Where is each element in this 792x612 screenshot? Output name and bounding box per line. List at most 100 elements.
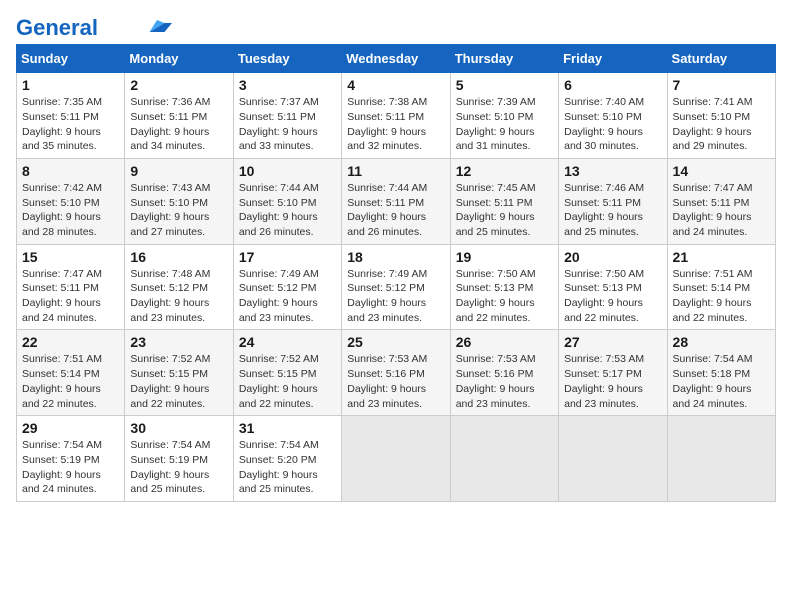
day-number: 1: [22, 77, 119, 93]
calendar-empty-cell: [667, 416, 775, 502]
day-info: Sunrise: 7:53 AMSunset: 5:16 PMDaylight:…: [347, 352, 444, 411]
calendar-day-cell: 2Sunrise: 7:36 AMSunset: 5:11 PMDaylight…: [125, 73, 233, 159]
day-number: 7: [673, 77, 770, 93]
weekday-header: Sunday: [17, 45, 125, 73]
calendar-day-cell: 10 Sunrise: 7:44 AMSunset: 5:10 PMDayligh…: [233, 158, 341, 244]
calendar-day-cell: 27 Sunrise: 7:53 AMSunset: 5:17 PMDayligh…: [559, 330, 667, 416]
day-number: 4: [347, 77, 444, 93]
day-number: 8: [22, 163, 119, 179]
weekday-header: Thursday: [450, 45, 558, 73]
day-number: 28: [673, 334, 770, 350]
calendar-empty-cell: [342, 416, 450, 502]
day-info: Sunrise: 7:46 AMSunset: 5:11 PMDaylight:…: [564, 181, 661, 240]
calendar-week-row: 1 Sunrise: 7:35 AMSunset: 5:11 PMDaylight…: [17, 73, 776, 159]
day-number: 14: [673, 163, 770, 179]
day-number: 23: [130, 334, 227, 350]
logo-icon: [142, 17, 172, 35]
day-info: Sunrise: 7:52 AMSunset: 5:15 PMDaylight:…: [130, 352, 227, 411]
day-number: 20: [564, 249, 661, 265]
weekday-header: Saturday: [667, 45, 775, 73]
calendar-day-cell: 24 Sunrise: 7:52 AMSunset: 5:15 PMDayligh…: [233, 330, 341, 416]
calendar-day-cell: 9 Sunrise: 7:43 AMSunset: 5:10 PMDaylight…: [125, 158, 233, 244]
calendar-day-cell: 3Sunrise: 7:37 AMSunset: 5:11 PMDaylight…: [233, 73, 341, 159]
calendar-day-cell: 22 Sunrise: 7:51 AMSunset: 5:14 PMDayligh…: [17, 330, 125, 416]
calendar-table: SundayMondayTuesdayWednesdayThursdayFrid…: [16, 44, 776, 502]
day-info: Sunrise: 7:44 AMSunset: 5:10 PMDaylight:…: [239, 181, 336, 240]
day-info: Sunrise: 7:54 AMSunset: 5:19 PMDaylight:…: [130, 438, 227, 497]
calendar-day-cell: 25 Sunrise: 7:53 AMSunset: 5:16 PMDayligh…: [342, 330, 450, 416]
calendar-day-cell: 14Sunrise: 7:47 AMSunset: 5:11 PMDayligh…: [667, 158, 775, 244]
calendar-week-row: 22 Sunrise: 7:51 AMSunset: 5:14 PMDayligh…: [17, 330, 776, 416]
calendar-empty-cell: [450, 416, 558, 502]
calendar-day-cell: 30 Sunrise: 7:54 AMSunset: 5:19 PMDayligh…: [125, 416, 233, 502]
calendar-header-row: SundayMondayTuesdayWednesdayThursdayFrid…: [17, 45, 776, 73]
day-info: Sunrise: 7:51 AMSunset: 5:14 PMDaylight:…: [22, 352, 119, 411]
day-info: Sunrise: 7:35 AMSunset: 5:11 PMDaylight:…: [22, 95, 119, 154]
calendar-empty-cell: [559, 416, 667, 502]
calendar-day-cell: 23 Sunrise: 7:52 AMSunset: 5:15 PMDayligh…: [125, 330, 233, 416]
day-number: 6: [564, 77, 661, 93]
day-info: Sunrise: 7:51 AMSunset: 5:14 PMDaylight:…: [673, 267, 770, 326]
logo: General: [16, 16, 172, 34]
day-info: Sunrise: 7:52 AMSunset: 5:15 PMDaylight:…: [239, 352, 336, 411]
day-info: Sunrise: 7:50 AMSunset: 5:13 PMDaylight:…: [456, 267, 553, 326]
weekday-header: Wednesday: [342, 45, 450, 73]
calendar-day-cell: 13 Sunrise: 7:46 AMSunset: 5:11 PMDayligh…: [559, 158, 667, 244]
day-info: Sunrise: 7:53 AMSunset: 5:17 PMDaylight:…: [564, 352, 661, 411]
day-info: Sunrise: 7:49 AMSunset: 5:12 PMDaylight:…: [347, 267, 444, 326]
day-number: 24: [239, 334, 336, 350]
day-info: Sunrise: 7:41 AMSunset: 5:10 PMDaylight:…: [673, 95, 770, 154]
day-number: 10: [239, 163, 336, 179]
calendar-day-cell: 12 Sunrise: 7:45 AMSunset: 5:11 PMDayligh…: [450, 158, 558, 244]
day-number: 18: [347, 249, 444, 265]
day-number: 12: [456, 163, 553, 179]
calendar-day-cell: 6 Sunrise: 7:40 AMSunset: 5:10 PMDaylight…: [559, 73, 667, 159]
day-number: 29: [22, 420, 119, 436]
calendar-day-cell: 15 Sunrise: 7:47 AMSunset: 5:11 PMDayligh…: [17, 244, 125, 330]
day-number: 15: [22, 249, 119, 265]
day-info: Sunrise: 7:36 AMSunset: 5:11 PMDaylight:…: [130, 95, 227, 154]
day-number: 9: [130, 163, 227, 179]
day-number: 13: [564, 163, 661, 179]
day-info: Sunrise: 7:38 AMSunset: 5:11 PMDaylight:…: [347, 95, 444, 154]
day-number: 27: [564, 334, 661, 350]
weekday-header: Tuesday: [233, 45, 341, 73]
calendar-day-cell: 1 Sunrise: 7:35 AMSunset: 5:11 PMDaylight…: [17, 73, 125, 159]
day-info: Sunrise: 7:39 AMSunset: 5:10 PMDaylight:…: [456, 95, 553, 154]
day-number: 25: [347, 334, 444, 350]
day-info: Sunrise: 7:43 AMSunset: 5:10 PMDaylight:…: [130, 181, 227, 240]
calendar-day-cell: 31 Sunrise: 7:54 AMSunset: 5:20 PMDayligh…: [233, 416, 341, 502]
day-info: Sunrise: 7:40 AMSunset: 5:10 PMDaylight:…: [564, 95, 661, 154]
calendar-day-cell: 29Sunrise: 7:54 AMSunset: 5:19 PMDayligh…: [17, 416, 125, 502]
calendar-day-cell: 26 Sunrise: 7:53 AMSunset: 5:16 PMDayligh…: [450, 330, 558, 416]
page-header: General: [16, 16, 776, 34]
day-info: Sunrise: 7:53 AMSunset: 5:16 PMDaylight:…: [456, 352, 553, 411]
day-number: 26: [456, 334, 553, 350]
day-number: 31: [239, 420, 336, 436]
day-info: Sunrise: 7:47 AMSunset: 5:11 PMDaylight:…: [22, 267, 119, 326]
day-info: Sunrise: 7:54 AMSunset: 5:18 PMDaylight:…: [673, 352, 770, 411]
day-info: Sunrise: 7:42 AMSunset: 5:10 PMDaylight:…: [22, 181, 119, 240]
day-number: 22: [22, 334, 119, 350]
calendar-day-cell: 16 Sunrise: 7:48 AMSunset: 5:12 PMDayligh…: [125, 244, 233, 330]
day-number: 21: [673, 249, 770, 265]
logo-text: General: [16, 16, 98, 40]
weekday-header: Friday: [559, 45, 667, 73]
calendar-day-cell: 11Sunrise: 7:44 AMSunset: 5:11 PMDayligh…: [342, 158, 450, 244]
day-info: Sunrise: 7:50 AMSunset: 5:13 PMDaylight:…: [564, 267, 661, 326]
day-info: Sunrise: 7:48 AMSunset: 5:12 PMDaylight:…: [130, 267, 227, 326]
day-info: Sunrise: 7:49 AMSunset: 5:12 PMDaylight:…: [239, 267, 336, 326]
day-info: Sunrise: 7:45 AMSunset: 5:11 PMDaylight:…: [456, 181, 553, 240]
day-number: 30: [130, 420, 227, 436]
calendar-day-cell: 20 Sunrise: 7:50 AMSunset: 5:13 PMDayligh…: [559, 244, 667, 330]
day-number: 17: [239, 249, 336, 265]
day-number: 16: [130, 249, 227, 265]
weekday-header: Monday: [125, 45, 233, 73]
day-number: 5: [456, 77, 553, 93]
calendar-day-cell: 21 Sunrise: 7:51 AMSunset: 5:14 PMDayligh…: [667, 244, 775, 330]
calendar-day-cell: 5 Sunrise: 7:39 AMSunset: 5:10 PMDaylight…: [450, 73, 558, 159]
day-info: Sunrise: 7:54 AMSunset: 5:20 PMDaylight:…: [239, 438, 336, 497]
calendar-week-row: 15 Sunrise: 7:47 AMSunset: 5:11 PMDayligh…: [17, 244, 776, 330]
day-number: 11: [347, 163, 444, 179]
calendar-day-cell: 17 Sunrise: 7:49 AMSunset: 5:12 PMDayligh…: [233, 244, 341, 330]
